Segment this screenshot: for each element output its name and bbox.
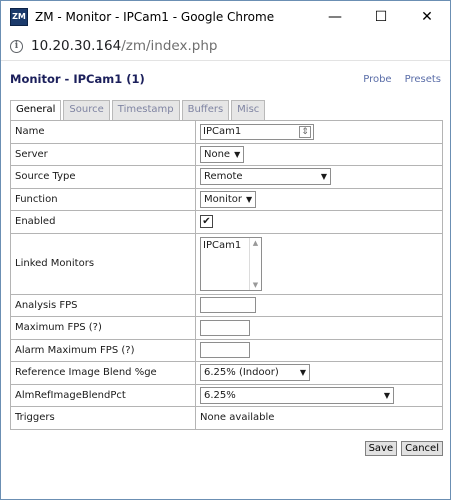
analysis-fps-label: Analysis FPS	[10, 293, 196, 317]
table-row: Analysis FPS	[10, 293, 443, 317]
table-row: AlmRefImageBlendPct 6.25% ▼	[10, 383, 443, 407]
chevron-down-icon: ▼	[246, 194, 253, 204]
minimize-button[interactable]: —	[312, 1, 358, 32]
table-row: Name IPCam1 ⇕	[10, 120, 443, 144]
url-text[interactable]: 10.20.30.164/zm/index.php	[31, 38, 217, 54]
enabled-checkbox[interactable]: ✔	[200, 215, 213, 229]
function-select[interactable]: Monitor ▼	[200, 190, 257, 208]
scroll-down-icon[interactable]: ▼	[253, 281, 258, 289]
enabled-label: Enabled	[10, 210, 196, 234]
triggers-value: None available	[195, 406, 443, 430]
settings-table: Name IPCam1 ⇕ Server None ▼ Source Type Re…	[10, 120, 443, 430]
server-label: Server	[10, 142, 196, 166]
alarm-reference-blend-value: 6.25%	[204, 389, 236, 401]
alarm-maximum-fps-input[interactable]	[200, 342, 250, 359]
source-type-label: Source Type	[10, 165, 196, 189]
name-input[interactable]: IPCam1 ⇕	[200, 123, 314, 140]
table-row: Source Type Remote ▼	[10, 165, 443, 189]
save-button[interactable]: Save	[364, 441, 398, 456]
url-host: 10.20.30.164	[31, 38, 122, 54]
probe-link[interactable]: Probe	[363, 74, 391, 85]
tab-bar: General Source Timestamp Buffers Misc	[10, 100, 267, 121]
title-bar: ZM ZM - Monitor - IPCam1 - Google Chrome…	[1, 1, 450, 32]
page-content: Monitor - IPCam1 (1) Probe Presets Gener…	[1, 61, 450, 456]
reference-blend-value: 6.25% (Indoor)	[204, 367, 279, 379]
table-row: Linked Monitors IPCam1 ▲ ▼	[10, 232, 443, 295]
maximum-fps-label: Maximum FPS (?)	[10, 316, 196, 340]
page-title: Monitor - IPCam1 (1)	[10, 72, 145, 86]
chevron-down-icon: ▼	[320, 172, 327, 182]
table-row: Alarm Maximum FPS (?)	[10, 338, 443, 362]
tab-buffers[interactable]: Buffers	[181, 100, 230, 120]
scroll-up-icon[interactable]: ▲	[253, 239, 258, 247]
source-type-value: Remote	[204, 171, 243, 183]
scrollbar[interactable]: ▲ ▼	[249, 237, 261, 290]
name-label: Name	[10, 120, 196, 144]
reference-blend-select[interactable]: 6.25% (Indoor) ▼	[200, 364, 310, 382]
window-title: ZM - Monitor - IPCam1 - Google Chrome	[35, 9, 275, 24]
close-button[interactable]: ✕	[404, 1, 450, 32]
list-item[interactable]: IPCam1	[201, 238, 249, 290]
name-cell: IPCam1 ⇕	[195, 120, 443, 144]
triggers-label: Triggers	[10, 406, 196, 430]
autofill-icon[interactable]: ⇕	[299, 125, 311, 138]
chevron-down-icon: ▼	[299, 368, 306, 378]
form-actions: Save Cancel	[1, 441, 443, 456]
presets-link[interactable]: Presets	[405, 74, 441, 85]
tab-timestamp[interactable]: Timestamp	[111, 100, 180, 120]
chevron-down-icon: ▼	[383, 390, 390, 400]
function-label: Function	[10, 187, 196, 211]
zm-app-icon: ZM	[10, 7, 28, 26]
server-select[interactable]: None ▼	[200, 145, 245, 163]
analysis-fps-input[interactable]	[200, 297, 256, 314]
table-row: Maximum FPS (?)	[10, 316, 443, 340]
maximize-button[interactable]: ☐	[358, 1, 404, 32]
table-row: Enabled ✔	[10, 210, 443, 234]
alarm-maximum-fps-label: Alarm Maximum FPS (?)	[10, 338, 196, 362]
tab-source[interactable]: Source	[63, 100, 110, 120]
cancel-button[interactable]: Cancel	[401, 441, 443, 456]
name-value: IPCam1	[203, 125, 242, 137]
browser-window: ZM ZM - Monitor - IPCam1 - Google Chrome…	[0, 0, 451, 500]
tab-general[interactable]: General	[10, 100, 62, 121]
function-value: Monitor	[204, 193, 243, 205]
table-row: Server None ▼	[10, 142, 443, 166]
url-path: /zm/index.php	[121, 38, 218, 54]
address-bar[interactable]: i 10.20.30.164/zm/index.php	[1, 32, 450, 61]
linked-monitors-list[interactable]: IPCam1 ▲ ▼	[200, 236, 262, 291]
table-row: Reference Image Blend %ge 6.25% (Indoor)…	[10, 361, 443, 385]
chevron-down-icon: ▼	[234, 149, 241, 159]
alarm-reference-blend-label: AlmRefImageBlendPct	[10, 383, 196, 407]
server-value: None	[204, 148, 231, 160]
tab-misc[interactable]: Misc	[231, 100, 266, 120]
table-row: Triggers None available	[10, 406, 443, 430]
maximum-fps-input[interactable]	[200, 319, 250, 336]
linked-monitors-label: Linked Monitors	[10, 232, 196, 295]
alarm-reference-blend-select[interactable]: 6.25% ▼	[200, 386, 394, 404]
source-type-select[interactable]: Remote ▼	[200, 168, 331, 186]
monitor-header: Monitor - IPCam1 (1) Probe Presets	[1, 61, 450, 97]
info-icon[interactable]: i	[10, 39, 23, 53]
table-row: Function Monitor ▼	[10, 187, 443, 211]
reference-blend-label: Reference Image Blend %ge	[10, 361, 196, 385]
